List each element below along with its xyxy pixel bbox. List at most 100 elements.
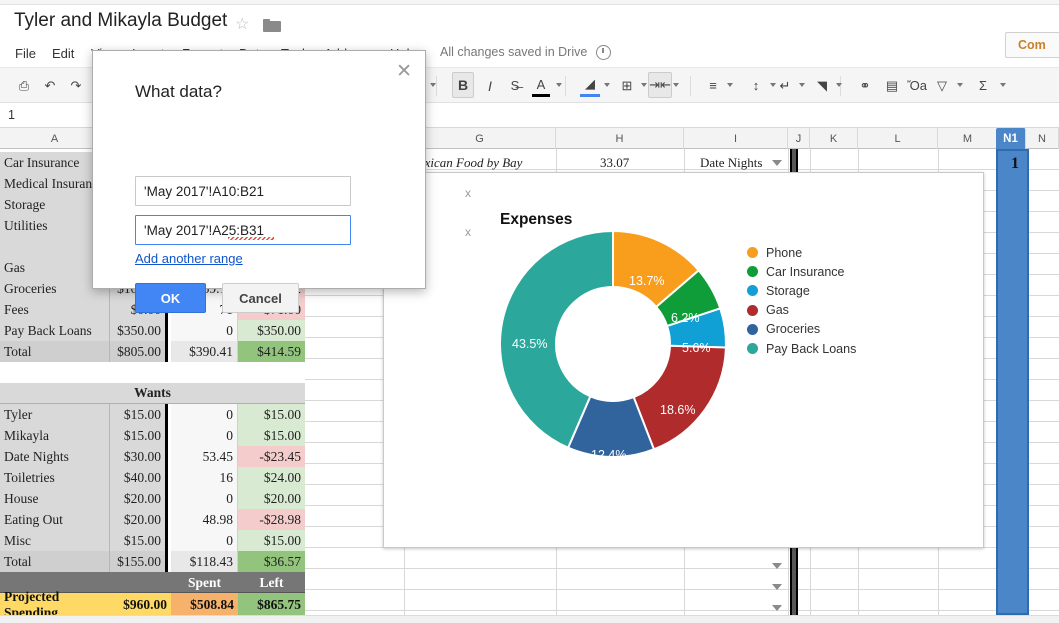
print-icon[interactable]: ⎙ [14, 74, 34, 97]
cell-I1[interactable]: Date Nights [700, 152, 762, 173]
add-another-range-link[interactable]: Add another range [135, 251, 243, 266]
wants-row-left-cell[interactable]: $36.57 [238, 551, 305, 572]
column-header-H[interactable]: H [556, 128, 684, 149]
wants-row-label-cell[interactable]: Tyler [0, 404, 110, 425]
wants-row-budget-cell[interactable]: $30.00 [110, 446, 168, 467]
cancel-button[interactable]: Cancel [222, 283, 299, 313]
chevron-down-icon[interactable] [604, 83, 610, 87]
wants-row-left-cell[interactable]: $20.00 [238, 488, 305, 509]
align-icon[interactable]: ≡ [703, 74, 723, 97]
needs-row-budget-cell[interactable]: $805.00 [110, 341, 168, 362]
text-color-icon[interactable]: A [532, 74, 550, 97]
projected-spending-budget[interactable]: $960.00 [110, 593, 171, 615]
wants-row-left-cell[interactable]: -$28.98 [238, 509, 305, 530]
wants-row-budget-cell[interactable]: $15.00 [110, 425, 168, 446]
cell-dropdown-icon[interactable] [772, 584, 782, 590]
wants-row-label-cell[interactable]: Misc [0, 530, 110, 551]
menu-item-edit[interactable]: Edit [50, 46, 76, 61]
legend-item-pay-back-loans[interactable]: Pay Back Loans [747, 339, 856, 358]
legend-item-groceries[interactable]: Groceries [747, 320, 856, 339]
wants-row-budget-cell[interactable]: $155.00 [110, 551, 168, 572]
chevron-down-icon[interactable] [799, 83, 805, 87]
chevron-down-icon[interactable] [430, 83, 436, 87]
what-data-dialog[interactable]: ✕ What data? x x Add another range OK Ca… [92, 50, 471, 313]
functions-icon[interactable]: Σ [974, 74, 992, 97]
wants-row-spent-cell[interactable]: 48.98 [171, 509, 238, 530]
remove-range-1-button[interactable]: x [465, 186, 471, 200]
formula-bar-value[interactable]: 1 [8, 108, 15, 122]
menu-item-file[interactable]: File [13, 46, 38, 61]
insert-chart-icon[interactable]: Ὄa [907, 74, 927, 97]
wants-row-budget-cell[interactable]: $40.00 [110, 467, 168, 488]
column-header-I[interactable]: I [684, 128, 788, 149]
legend-item-phone[interactable]: Phone [747, 243, 856, 262]
wants-row-spent-cell[interactable]: 0 [171, 530, 238, 551]
projected-spending-row[interactable]: Projected Spending $960.00 $508.84 $865.75 [0, 589, 305, 615]
history-clock-icon[interactable] [596, 45, 611, 60]
expenses-chart-panel[interactable]: Expenses Phone Car Insurance Storage Gas Gro… [383, 172, 984, 548]
legend-item-car-insurance[interactable]: Car Insurance [747, 262, 856, 281]
close-icon[interactable]: ✕ [396, 62, 412, 81]
wants-row-spent-cell[interactable]: 53.45 [171, 446, 238, 467]
wants-row-spent-cell[interactable]: 0 [171, 425, 238, 446]
needs-row-budget-cell[interactable]: $350.00 [110, 320, 168, 341]
text-wrap-icon[interactable]: ↵ [775, 74, 795, 97]
borders-icon[interactable]: ⊞ [617, 74, 637, 97]
projected-spending-left[interactable]: $865.75 [238, 593, 305, 615]
merge-cells-icon[interactable]: ⇥⇤ [648, 72, 672, 98]
selected-column-n[interactable]: 1 [996, 149, 1029, 615]
italic-icon[interactable]: I [481, 74, 499, 97]
strikethrough-icon[interactable]: S̶ [506, 74, 524, 97]
chevron-down-icon[interactable] [1000, 83, 1006, 87]
wants-row-left-cell[interactable]: $15.00 [238, 530, 305, 551]
folder-icon[interactable] [263, 19, 281, 32]
projected-spending-spent[interactable]: $508.84 [171, 593, 238, 615]
cell-dropdown-icon[interactable] [772, 605, 782, 611]
needs-row-spent-cell[interactable]: 0 [171, 320, 238, 341]
wants-row-left-cell[interactable]: $15.00 [238, 404, 305, 425]
needs-row-left-cell[interactable]: $350.00 [238, 320, 305, 341]
column-header-L[interactable]: L [858, 128, 938, 149]
column-header-M[interactable]: M [938, 128, 998, 149]
vertical-align-icon[interactable]: ↕ [747, 74, 765, 97]
wants-row-left-cell[interactable]: -$23.45 [238, 446, 305, 467]
needs-row-label-cell[interactable]: Pay Back Loans [0, 320, 110, 341]
chevron-down-icon[interactable] [957, 83, 963, 87]
wants-row-spent-cell[interactable]: 0 [171, 404, 238, 425]
wants-row-label-cell[interactable]: Mikayla [0, 425, 110, 446]
chevron-down-icon[interactable] [770, 83, 776, 87]
wants-row-label-cell[interactable]: Total [0, 551, 110, 572]
range-input-2[interactable] [135, 215, 351, 245]
chevron-down-icon[interactable] [641, 83, 647, 87]
wants-row-label-cell[interactable]: House [0, 488, 110, 509]
chevron-down-icon[interactable] [556, 83, 562, 87]
wants-row-spent-cell[interactable]: $118.43 [171, 551, 238, 572]
wants-row-budget-cell[interactable]: $15.00 [110, 404, 168, 425]
wants-row-left-cell[interactable]: $24.00 [238, 467, 305, 488]
legend-item-storage[interactable]: Storage [747, 281, 856, 300]
needs-row-left-cell[interactable]: $414.59 [238, 341, 305, 362]
insert-link-icon[interactable]: ⚭ [855, 74, 875, 97]
wants-row-spent-cell[interactable]: 16 [171, 467, 238, 488]
redo-icon[interactable]: ↷ [66, 74, 86, 97]
wants-row-label-cell[interactable]: Eating Out [0, 509, 110, 530]
needs-row-spent-cell[interactable]: $390.41 [171, 341, 238, 362]
chevron-down-icon[interactable] [673, 83, 679, 87]
wants-row-left-cell[interactable]: $15.00 [238, 425, 305, 446]
ok-button[interactable]: OK [135, 283, 206, 313]
column-header-G[interactable]: G [404, 128, 556, 149]
cell-dropdown-icon[interactable] [772, 563, 782, 569]
text-rotation-icon[interactable]: ◥ [812, 74, 832, 97]
wants-row-label-cell[interactable]: Toiletries [0, 467, 110, 488]
wants-row-budget-cell[interactable]: $15.00 [110, 530, 168, 551]
document-title[interactable]: Tyler and Mikayla Budget [14, 10, 227, 32]
column-header-K[interactable]: K [810, 128, 858, 149]
chevron-down-icon[interactable] [727, 83, 733, 87]
star-icon[interactable]: ☆ [235, 17, 249, 33]
wants-row-budget-cell[interactable]: $20.00 [110, 488, 168, 509]
filter-icon[interactable]: ▽ [933, 74, 951, 97]
wants-row-spent-cell[interactable]: 0 [171, 488, 238, 509]
needs-row-label-cell[interactable]: Fees [0, 299, 110, 320]
wants-row-budget-cell[interactable]: $20.00 [110, 509, 168, 530]
column-header-J[interactable]: J [788, 128, 810, 149]
